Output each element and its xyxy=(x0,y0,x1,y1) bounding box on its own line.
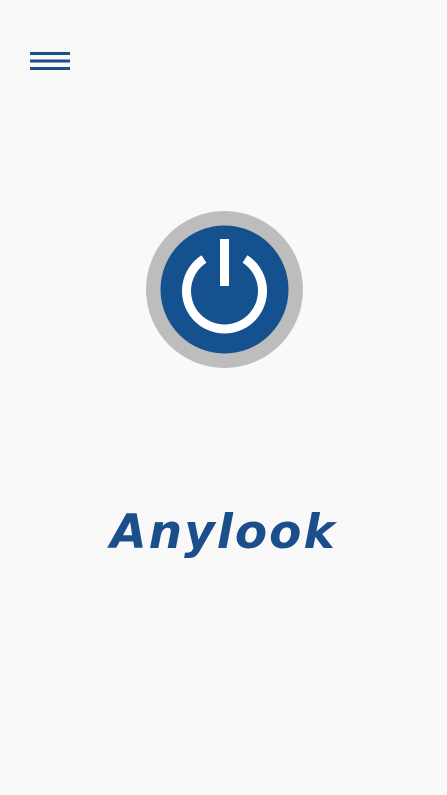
hamburger-menu-icon xyxy=(30,52,70,70)
menu-button[interactable] xyxy=(24,44,76,78)
power-icon xyxy=(146,211,303,368)
brand-name: Anylook xyxy=(110,505,337,560)
app-screen: Anylook xyxy=(0,0,447,795)
power-button[interactable] xyxy=(146,211,303,368)
